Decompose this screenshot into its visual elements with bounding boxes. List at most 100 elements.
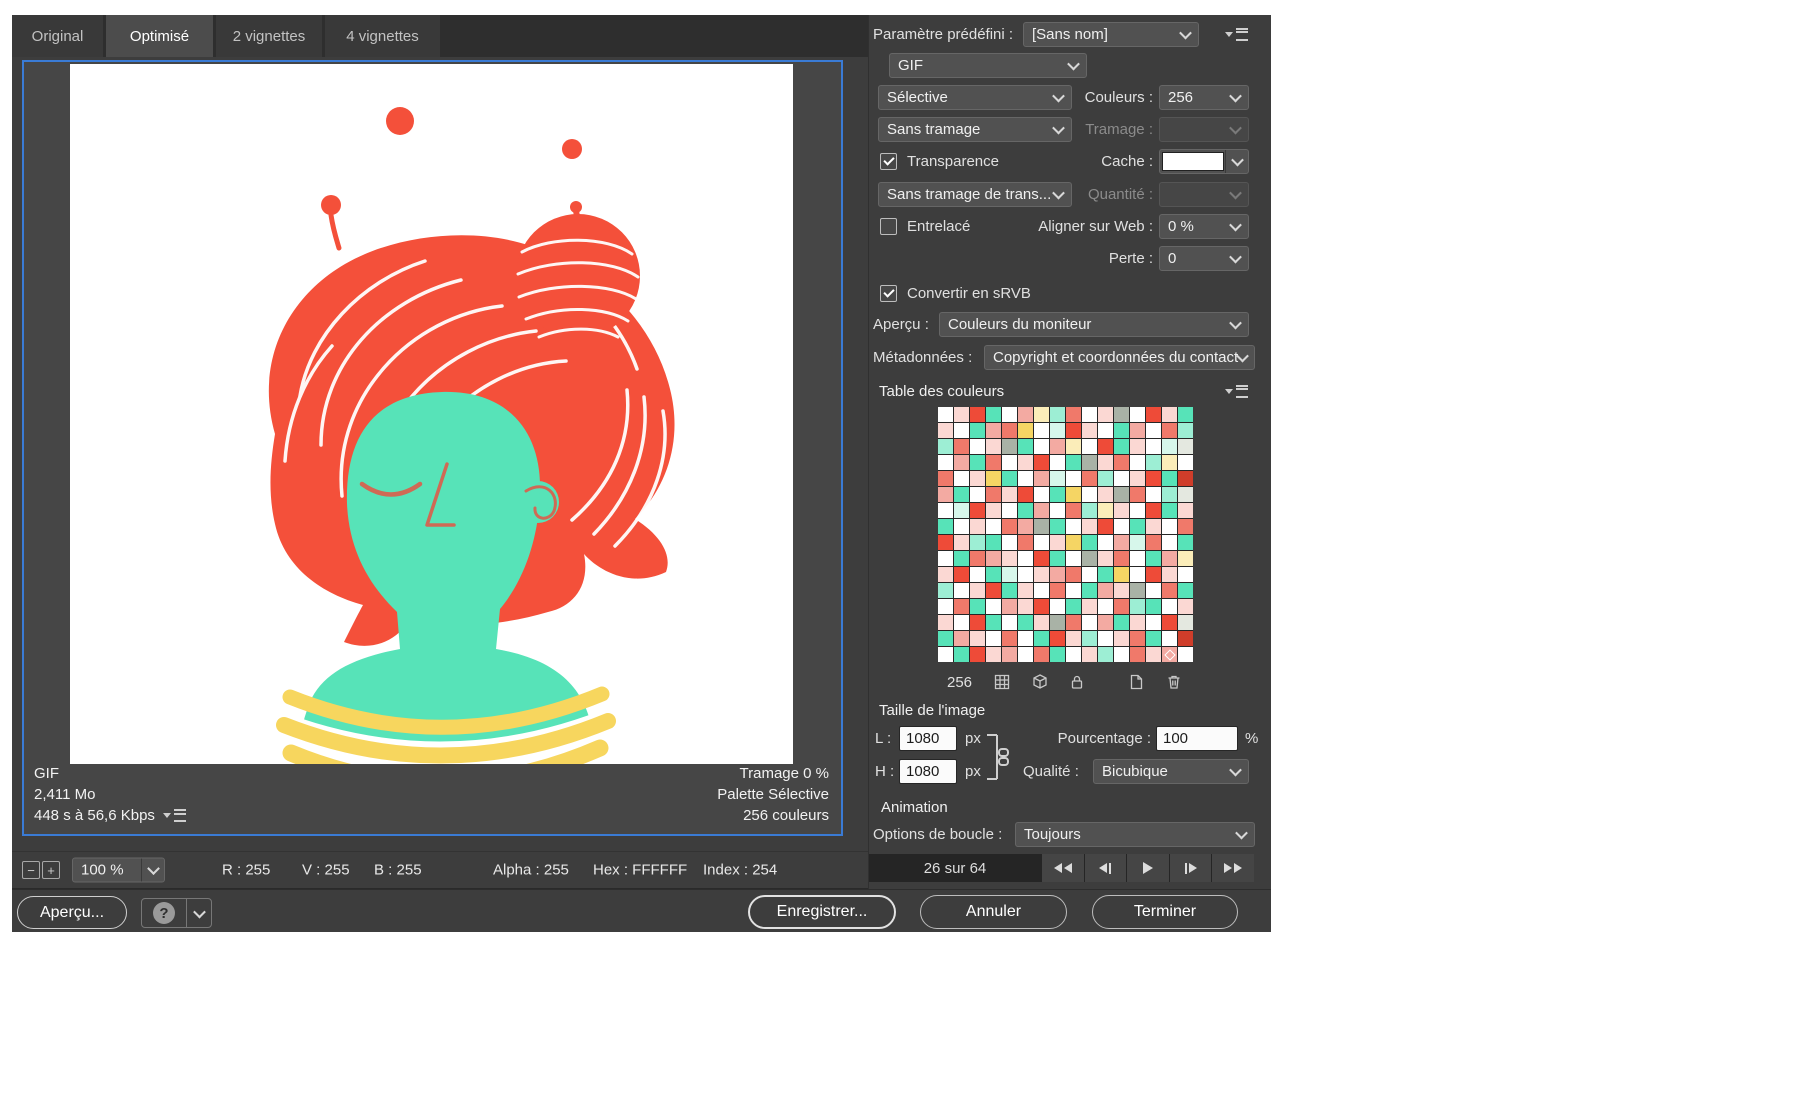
color-swatch[interactable] xyxy=(1034,455,1049,470)
color-swatch[interactable] xyxy=(1146,503,1161,518)
browser-select-combo[interactable]: ? xyxy=(141,898,212,928)
preview-mode-dropdown[interactable]: Couleurs du moniteur xyxy=(939,312,1249,337)
color-swatch[interactable] xyxy=(1098,439,1113,454)
color-swatch[interactable] xyxy=(1050,551,1065,566)
color-swatch[interactable] xyxy=(1178,519,1193,534)
color-swatch[interactable] xyxy=(970,423,985,438)
color-swatch[interactable] xyxy=(938,535,953,550)
color-swatch[interactable] xyxy=(1130,567,1145,582)
color-swatch[interactable] xyxy=(1114,583,1129,598)
color-swatch[interactable] xyxy=(1002,631,1017,646)
color-swatch[interactable] xyxy=(1178,647,1193,662)
colors-dropdown[interactable]: 256 xyxy=(1159,85,1249,110)
color-swatch[interactable] xyxy=(1098,423,1113,438)
color-swatch[interactable] xyxy=(1050,455,1065,470)
color-swatch[interactable] xyxy=(1002,423,1017,438)
color-swatch[interactable] xyxy=(954,407,969,422)
color-swatch[interactable] xyxy=(1066,615,1081,630)
zoom-out-icon[interactable]: − xyxy=(22,861,40,879)
color-swatch[interactable] xyxy=(1082,407,1097,422)
color-swatch[interactable] xyxy=(1002,519,1017,534)
color-swatch[interactable] xyxy=(1018,519,1033,534)
color-swatch[interactable] xyxy=(1034,599,1049,614)
color-swatch[interactable] xyxy=(1098,407,1113,422)
color-swatch[interactable] xyxy=(938,567,953,582)
color-swatch[interactable] xyxy=(1162,407,1177,422)
color-swatch[interactable] xyxy=(1114,503,1129,518)
color-swatch[interactable] xyxy=(1130,535,1145,550)
color-swatch[interactable] xyxy=(1162,599,1177,614)
color-swatch[interactable] xyxy=(1034,535,1049,550)
color-swatch[interactable] xyxy=(1146,551,1161,566)
color-swatch[interactable] xyxy=(970,439,985,454)
color-swatch[interactable] xyxy=(1082,487,1097,502)
color-swatch[interactable] xyxy=(1114,599,1129,614)
color-swatch[interactable] xyxy=(1066,455,1081,470)
color-swatch[interactable] xyxy=(1130,551,1145,566)
color-swatch[interactable] xyxy=(1082,439,1097,454)
color-swatch[interactable] xyxy=(1050,519,1065,534)
color-swatch[interactable] xyxy=(1146,455,1161,470)
color-swatch[interactable] xyxy=(1082,599,1097,614)
color-swatch[interactable] xyxy=(954,551,969,566)
color-swatch[interactable] xyxy=(1114,551,1129,566)
color-swatch[interactable] xyxy=(970,535,985,550)
percent-input[interactable] xyxy=(1156,726,1238,751)
color-swatch[interactable] xyxy=(1018,583,1033,598)
color-swatch[interactable] xyxy=(1178,439,1193,454)
quality-dropdown[interactable]: Bicubique xyxy=(1093,759,1249,784)
interlaced-checkbox[interactable] xyxy=(880,218,897,235)
color-swatch[interactable] xyxy=(954,471,969,486)
dither-method-dropdown[interactable]: Sans tramage xyxy=(878,117,1072,142)
color-swatch[interactable] xyxy=(1034,647,1049,662)
color-swatch[interactable] xyxy=(1066,535,1081,550)
color-swatch[interactable] xyxy=(970,455,985,470)
color-swatch[interactable] xyxy=(1114,535,1129,550)
color-swatch[interactable] xyxy=(1146,407,1161,422)
color-swatch[interactable] xyxy=(1082,567,1097,582)
color-swatch[interactable] xyxy=(970,407,985,422)
color-swatch[interactable] xyxy=(1034,423,1049,438)
color-swatch[interactable] xyxy=(1130,599,1145,614)
color-swatch[interactable] xyxy=(1130,471,1145,486)
color-swatch[interactable] xyxy=(938,487,953,502)
done-button[interactable]: Terminer xyxy=(1092,895,1238,929)
color-swatch[interactable] xyxy=(1082,503,1097,518)
color-swatch[interactable] xyxy=(986,647,1001,662)
color-swatch[interactable] xyxy=(1162,439,1177,454)
color-swatch[interactable] xyxy=(1114,407,1129,422)
color-swatch[interactable] xyxy=(1050,535,1065,550)
color-swatch[interactable] xyxy=(1018,487,1033,502)
color-swatch[interactable] xyxy=(1066,567,1081,582)
color-swatch[interactable] xyxy=(986,471,1001,486)
color-swatch[interactable] xyxy=(1130,615,1145,630)
color-swatch[interactable] xyxy=(1050,407,1065,422)
color-swatch[interactable] xyxy=(1082,535,1097,550)
zoom-in-icon[interactable]: + xyxy=(42,861,60,879)
color-swatch[interactable] xyxy=(954,455,969,470)
color-swatch[interactable] xyxy=(1114,567,1129,582)
color-swatch[interactable] xyxy=(1178,551,1193,566)
color-swatch[interactable] xyxy=(986,503,1001,518)
color-swatch[interactable] xyxy=(1162,615,1177,630)
color-swatch[interactable] xyxy=(1162,535,1177,550)
color-swatch[interactable] xyxy=(938,455,953,470)
color-swatch[interactable] xyxy=(970,567,985,582)
color-swatch[interactable] xyxy=(1178,471,1193,486)
color-swatch[interactable] xyxy=(1162,423,1177,438)
color-swatch[interactable] xyxy=(954,583,969,598)
color-swatch[interactable] xyxy=(1178,503,1193,518)
delete-color-icon[interactable] xyxy=(1165,673,1183,691)
color-swatch[interactable] xyxy=(986,407,1001,422)
color-swatch[interactable] xyxy=(1098,535,1113,550)
color-swatch[interactable] xyxy=(970,631,985,646)
color-swatch[interactable] xyxy=(938,599,953,614)
color-swatch[interactable] xyxy=(938,423,953,438)
color-swatch[interactable] xyxy=(1146,599,1161,614)
color-swatch[interactable] xyxy=(1034,487,1049,502)
color-swatch[interactable] xyxy=(1178,455,1193,470)
color-swatch[interactable] xyxy=(1066,519,1081,534)
color-swatch[interactable] xyxy=(1098,551,1113,566)
websnap-dropdown[interactable]: 0 % xyxy=(1159,214,1249,239)
color-swatch[interactable] xyxy=(986,487,1001,502)
